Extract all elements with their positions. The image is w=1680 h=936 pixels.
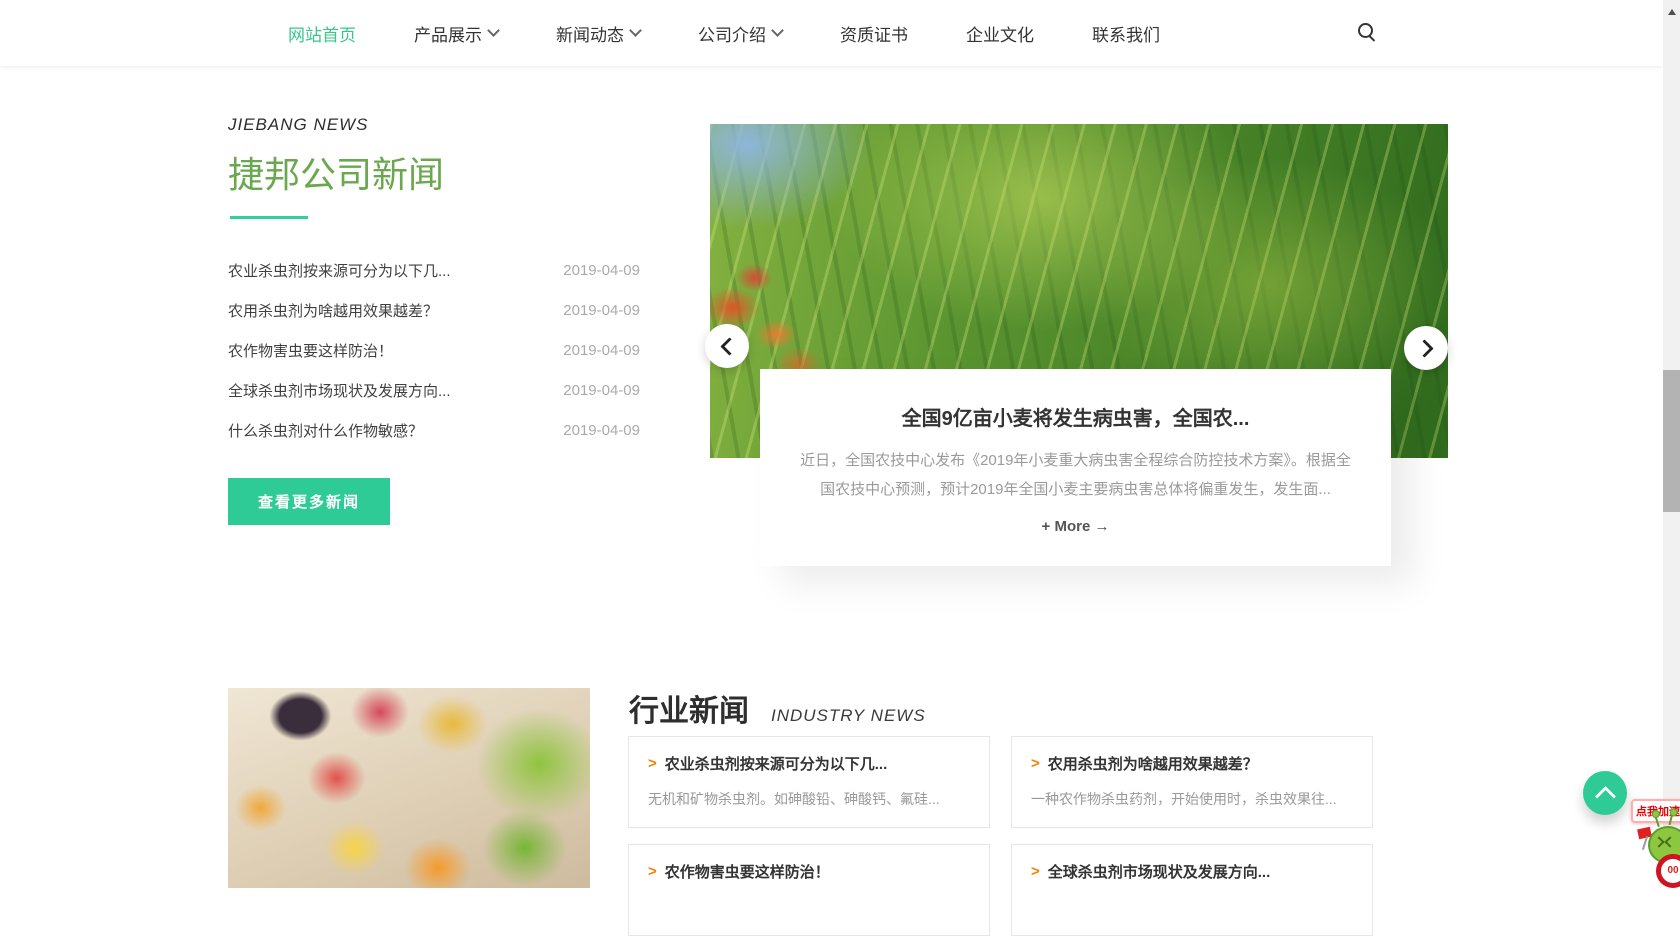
- company-news-eyebrow: JIEBANG NEWS: [228, 115, 368, 135]
- news-list-item[interactable]: 什么杀虫剂对什么作物敏感？ 2019-04-09: [228, 410, 640, 450]
- chevron-right-icon: [1415, 339, 1433, 357]
- news-title: 什么杀虫剂对什么作物敏感？: [228, 420, 423, 441]
- company-news-list: 农业杀虫剂按来源可分为以下几... 2019-04-09 农用杀虫剂为啥越用效果…: [228, 250, 640, 450]
- carousel-prev-button[interactable]: [705, 324, 749, 368]
- mascot-speed-badge: 00: [1656, 854, 1680, 888]
- chevron-down-icon: [487, 24, 500, 37]
- nav-item-news[interactable]: 新闻动态: [556, 21, 640, 46]
- industry-news-heading: 行业新闻 INDUSTRY NEWS: [629, 686, 926, 730]
- company-news-title: 捷邦公司新闻: [228, 146, 444, 198]
- fruits-vegetables-image: [228, 688, 590, 888]
- arrow-marker-icon: >: [648, 863, 657, 880]
- carousel-next-button[interactable]: [1404, 326, 1448, 370]
- industry-news-title: 行业新闻: [629, 686, 749, 730]
- card-title: 农用杀虫剂为啥越用效果越差？: [1048, 753, 1258, 774]
- news-title: 全球杀虫剂市场现状及发展方向...: [228, 380, 451, 401]
- nav-item-label: 公司介绍: [698, 21, 766, 46]
- carousel-news-excerpt: 近日，全国农技中心发布《2019年小麦重大病虫害全程综合防控技术方案》。根据全国…: [795, 446, 1357, 504]
- chevron-left-icon: [720, 337, 738, 355]
- search-icon: [1358, 23, 1373, 38]
- arrow-marker-icon: >: [1031, 755, 1040, 772]
- news-list-item[interactable]: 全球杀虫剂市场现状及发展方向... 2019-04-09: [228, 370, 640, 410]
- nav-item-contact[interactable]: 联系我们: [1092, 21, 1160, 46]
- news-title: 农用杀虫剂为啥越用效果越差？: [228, 300, 438, 321]
- card-excerpt: 无机和矿物杀虫剂。如砷酸铅、砷酸钙、氟硅...: [648, 789, 970, 809]
- news-date: 2019-04-09: [563, 302, 640, 319]
- industry-news-card[interactable]: > 全球杀虫剂市场现状及发展方向...: [1011, 844, 1373, 936]
- news-list-item[interactable]: 农业杀虫剂按来源可分为以下几... 2019-04-09: [228, 250, 640, 290]
- news-title: 农业杀虫剂按来源可分为以下几...: [228, 260, 451, 281]
- mascot-antenna: [1669, 813, 1674, 825]
- nav-item-products[interactable]: 产品展示: [414, 21, 498, 46]
- card-title: 农作物害虫要这样防治！: [665, 861, 830, 882]
- carousel-news-card: 全国9亿亩小麦将发生病虫害，全国农... 近日，全国农技中心发布《2019年小麦…: [760, 369, 1391, 566]
- chevron-down-icon: [771, 24, 784, 37]
- search-button[interactable]: [1356, 21, 1380, 45]
- title-underline: [230, 216, 308, 219]
- top-navigation-bar: 网站首页 产品展示 新闻动态 公司介绍 资质证书 企业文化 联系我们: [0, 0, 1663, 66]
- news-date: 2019-04-09: [563, 262, 640, 279]
- carousel-more-link[interactable]: + More →: [760, 518, 1391, 535]
- arrow-marker-icon: >: [648, 755, 657, 772]
- view-more-news-button[interactable]: 查看更多新闻: [228, 478, 390, 525]
- nav-item-label: 资质证书: [840, 21, 908, 46]
- nav-item-label: 网站首页: [288, 21, 356, 46]
- industry-news-card[interactable]: > 农用杀虫剂为啥越用效果越差？ 一种农作物杀虫药剂，开始使用时，杀虫效果往..…: [1011, 736, 1373, 828]
- nav-item-label: 企业文化: [966, 21, 1034, 46]
- nav-item-culture[interactable]: 企业文化: [966, 21, 1034, 46]
- nav-item-home[interactable]: 网站首页: [288, 21, 356, 46]
- news-list-item[interactable]: 农作物害虫要这样防治！ 2019-04-09: [228, 330, 640, 370]
- nav-item-label: 新闻动态: [556, 21, 624, 46]
- nav-item-label: 产品展示: [414, 21, 482, 46]
- carousel-news-title[interactable]: 全国9亿亩小麦将发生病虫害，全国农...: [760, 402, 1391, 431]
- scrollbar-thumb[interactable]: [1663, 370, 1680, 512]
- chevron-down-icon: [629, 24, 642, 37]
- browser-scrollbar[interactable]: [1663, 0, 1680, 871]
- news-title: 农作物害虫要这样防治！: [228, 340, 393, 361]
- industry-news-cards: > 农业杀虫剂按来源可分为以下几... 无机和矿物杀虫剂。如砷酸铅、砷酸钙、氟硅…: [628, 736, 1374, 936]
- industry-news-subtitle: INDUSTRY NEWS: [771, 706, 926, 726]
- card-title: 全球杀虫剂市场现状及发展方向...: [1048, 861, 1271, 882]
- scrollbar-up-arrow-icon[interactable]: [1668, 5, 1676, 15]
- arrow-marker-icon: >: [1031, 863, 1040, 880]
- news-list-item[interactable]: 农用杀虫剂为啥越用效果越差？ 2019-04-09: [228, 290, 640, 330]
- card-excerpt: 一种农作物杀虫药剂，开始使用时，杀虫效果往...: [1031, 789, 1353, 809]
- nav-item-certificates[interactable]: 资质证书: [840, 21, 908, 46]
- news-date: 2019-04-09: [563, 422, 640, 439]
- nav-item-label: 联系我们: [1092, 21, 1160, 46]
- chevron-up-icon: [1594, 786, 1615, 807]
- nav-item-about[interactable]: 公司介绍: [698, 21, 782, 46]
- news-date: 2019-04-09: [563, 382, 640, 399]
- mascot-antenna: [1654, 815, 1660, 827]
- industry-news-card[interactable]: > 农作物害虫要这样防治！: [628, 844, 990, 936]
- card-title: 农业杀虫剂按来源可分为以下几...: [665, 753, 888, 774]
- news-date: 2019-04-09: [563, 342, 640, 359]
- back-to-top-button[interactable]: [1583, 771, 1627, 815]
- industry-news-card[interactable]: > 农业杀虫剂按来源可分为以下几... 无机和矿物杀虫剂。如砷酸铅、砷酸钙、氟硅…: [628, 736, 990, 828]
- mascot-widget[interactable]: 00: [1638, 812, 1680, 871]
- main-nav: 网站首页 产品展示 新闻动态 公司介绍 资质证书 企业文化 联系我们: [288, 0, 1160, 66]
